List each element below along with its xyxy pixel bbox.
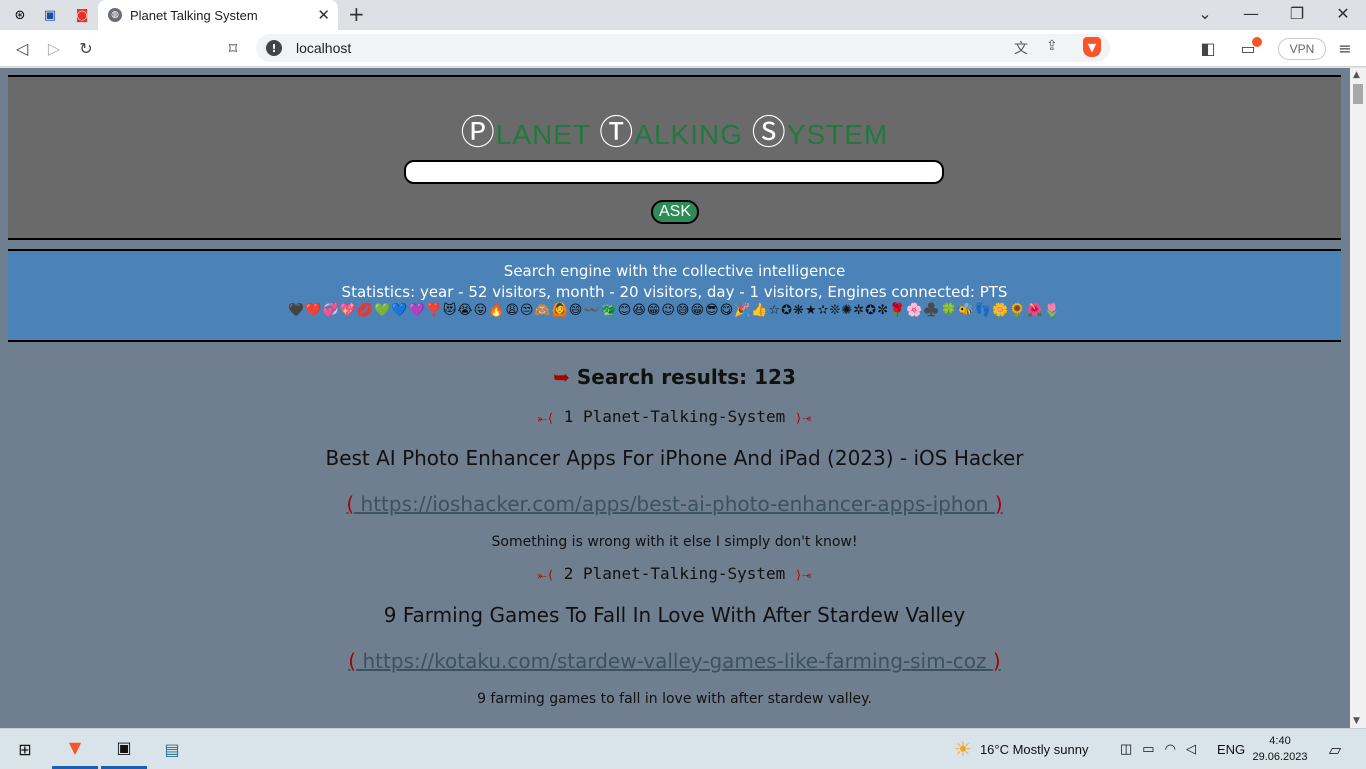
system-tray-icons[interactable]: ◫ ▭ ◠ ◁ xyxy=(1120,729,1206,769)
terminal-taskbar-icon[interactable]: ▣ xyxy=(101,729,147,769)
volume-icon[interactable]: ◁ xyxy=(1186,741,1206,757)
logo-letter-s: Ⓢ xyxy=(751,114,787,152)
notifications-icon[interactable]: ▱ xyxy=(1312,729,1358,769)
tab-search-chevron-icon[interactable]: ⌄ xyxy=(1193,4,1217,23)
result-link[interactable]: ( https://ioshacker.com/apps/best-ai-pho… xyxy=(8,492,1341,516)
active-tab[interactable]: ◍ Planet Talking System ✕ xyxy=(98,0,338,30)
share-icon[interactable]: ⇪ xyxy=(1046,38,1058,54)
ask-button[interactable]: ASK xyxy=(651,200,699,224)
statistics-text: Statistics: year - 52 visitors, month - … xyxy=(341,283,1008,301)
site-header: ⓅLANET ⓉALKING ⓈYSTEM ASK xyxy=(8,75,1341,240)
page: ⓅLANET ⓉALKING ⓈYSTEM ASK Search engine … xyxy=(8,68,1341,728)
ornament-left-icon: ⤜⟨ xyxy=(537,568,555,582)
brave-taskbar-icon[interactable]: ▼ xyxy=(52,729,98,769)
battery-icon[interactable]: ▭ xyxy=(1142,741,1164,757)
paren-right: ) xyxy=(992,649,1001,673)
sun-icon: ☀ xyxy=(954,738,972,761)
paren-left: ( xyxy=(346,492,355,516)
url-input[interactable] xyxy=(296,40,896,56)
pinned-tab-pocket-icon[interactable]: ◙ xyxy=(70,4,94,26)
ornament-right-icon: ⟩⤛ xyxy=(794,411,812,425)
close-window-icon[interactable]: ✕ xyxy=(1331,4,1355,23)
result-label: ⤜⟨ 2 Planet-Talking-System ⟩⤛ xyxy=(8,564,1341,583)
logo-letter-t: Ⓣ xyxy=(599,114,635,152)
browser-toolbar: ◁ ▷ ↻ ⌑ ! 文 ⇪ ▼ ◧ ▭ VPN ≡ xyxy=(0,30,1366,67)
weather-widget[interactable]: ☀ 16°C Mostly sunny xyxy=(954,729,1088,769)
globe-icon: ◍ xyxy=(108,8,122,22)
translate-icon[interactable]: 文 xyxy=(1014,38,1028,58)
new-tab-icon[interactable]: + xyxy=(348,2,365,26)
vpn-button[interactable]: VPN xyxy=(1278,38,1326,60)
sidebar-icon[interactable]: ◧ xyxy=(1197,37,1219,59)
site-logo: ⓅLANET ⓉALKING ⓈYSTEM xyxy=(8,105,1341,154)
result-url[interactable]: https://kotaku.com/stardew-valley-games-… xyxy=(362,649,986,673)
address-bar[interactable]: ! 文 ⇪ ▼ xyxy=(256,34,1110,62)
forward-icon[interactable]: ▷ xyxy=(43,37,65,59)
windows-start-icon[interactable]: ⊞ xyxy=(2,729,48,769)
result-title: 9 Farming Games To Fall In Love With Aft… xyxy=(383,603,966,627)
scroll-up-icon[interactable]: ▲ xyxy=(1353,70,1360,80)
restore-icon[interactable]: ❐ xyxy=(1285,4,1309,23)
taskbar: ⊞ ▼ ▣ ▤ ☀ 16°C Mostly sunny ◫ ▭ ◠ ◁ ENG 4:4… xyxy=(0,728,1366,769)
logo-letter-p: Ⓟ xyxy=(460,114,496,152)
scroll-down-icon[interactable]: ▼ xyxy=(1353,716,1360,726)
search-input[interactable] xyxy=(404,160,944,184)
result-title: Best AI Photo Enhancer Apps For iPhone A… xyxy=(325,446,1024,470)
logo-word-2: ALKING xyxy=(634,119,743,150)
paren-left: ( xyxy=(348,649,357,673)
result-label-text: 2 Planet-Talking-System xyxy=(563,564,786,583)
result-link[interactable]: ( https://kotaku.com/stardew-valley-game… xyxy=(8,649,1341,673)
result-label: ⤜⟨ 1 Planet-Talking-System ⟩⤛ xyxy=(8,407,1341,426)
scroll-thumb[interactable] xyxy=(1353,84,1363,104)
result-label-text: 1 Planet-Talking-System xyxy=(563,407,786,426)
pinned-tab-window-icon[interactable]: ▣ xyxy=(38,4,62,26)
info-bar: Search engine with the collective intell… xyxy=(8,249,1341,342)
page-scrollbar[interactable]: ▲ ▼ xyxy=(1350,68,1366,728)
brave-shields-icon[interactable]: ▼ xyxy=(1083,37,1101,57)
menu-icon[interactable]: ≡ xyxy=(1334,37,1356,59)
bookmark-icon[interactable]: ⌑ xyxy=(222,37,244,59)
page-viewport: ⓅLANET ⓉALKING ⓈYSTEM ASK Search engine … xyxy=(0,68,1366,728)
logo-word-1: LANET xyxy=(495,119,591,150)
pinned-tab-network-icon[interactable]: ⊛ xyxy=(8,4,32,26)
site-info-icon[interactable]: ! xyxy=(266,40,282,56)
back-icon[interactable]: ◁ xyxy=(11,37,33,59)
results-count: ➥ Search results: 123 xyxy=(8,365,1341,389)
wifi-icon[interactable]: ◠ xyxy=(1165,741,1186,757)
result-description: Something is wrong with it else I simply… xyxy=(491,534,858,550)
meet-icon[interactable]: ◫ xyxy=(1120,741,1142,757)
tab-title: Planet Talking System xyxy=(130,7,258,23)
result-url[interactable]: https://ioshacker.com/apps/best-ai-photo… xyxy=(361,492,989,516)
ornament-left-icon: ⤜⟨ xyxy=(537,411,555,425)
document-taskbar-icon[interactable]: ▤ xyxy=(149,729,195,769)
tab-strip: ⊛ ▣ ◙ ◍ Planet Talking System ✕ + ⌄ — ❐ … xyxy=(0,0,1366,30)
paren-right: ) xyxy=(994,492,1003,516)
vpn-label: VPN xyxy=(1289,42,1315,56)
emoji-row: 🖤❤️💞💖💋💚💙💜❣️😻😭😛🔥😩😒🙈🙆😄〰️🐲😊😆😁😉😅😁😎😋🎉👍☆✪❋★✫❊✺… xyxy=(288,303,1061,318)
clock-date: 29.06.2023 xyxy=(1252,751,1308,763)
search-results: ➥ Search results: 123 ⤜⟨ 1 Planet-Talkin… xyxy=(8,365,1341,707)
clock[interactable]: 4:40 29.06.2023 xyxy=(1250,733,1310,765)
clock-time: 4:40 xyxy=(1269,735,1291,747)
language-indicator[interactable]: ENG xyxy=(1217,729,1245,769)
weather-text: 16°C Mostly sunny xyxy=(979,741,1089,757)
wallet-badge xyxy=(1252,37,1262,47)
arrow-icon: ➥ xyxy=(553,365,570,389)
result-description: 9 farming games to fall in love with aft… xyxy=(477,691,872,707)
close-tab-icon[interactable]: ✕ xyxy=(317,6,330,24)
logo-word-3: YSTEM xyxy=(786,119,889,150)
minimize-icon[interactable]: — xyxy=(1239,4,1263,23)
reload-icon[interactable]: ↻ xyxy=(75,37,97,59)
results-count-label: Search results: 123 xyxy=(576,365,796,389)
tagline: Search engine with the collective intell… xyxy=(503,262,846,280)
ornament-right-icon: ⟩⤛ xyxy=(794,568,812,582)
